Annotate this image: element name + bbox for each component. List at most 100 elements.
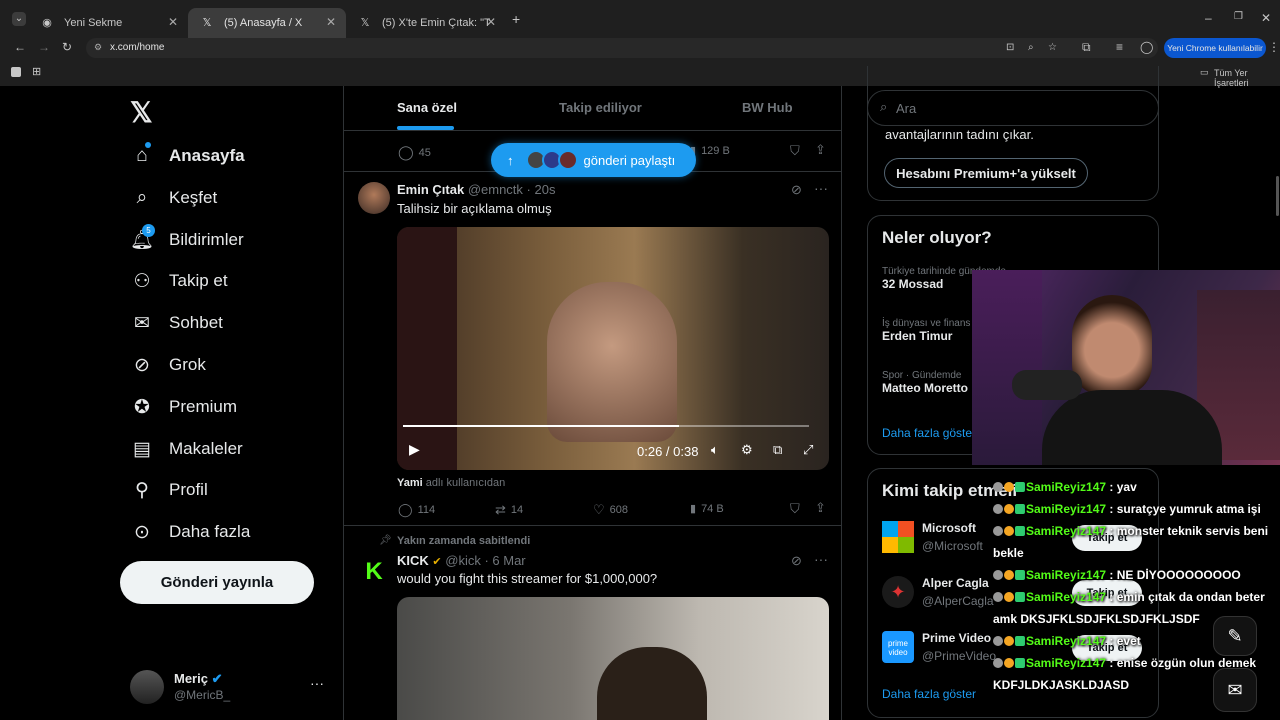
author-name[interactable]: Emin Çıtak	[397, 182, 464, 197]
grok-icon[interactable]: ⊘	[791, 182, 802, 198]
account-switcher[interactable]: Meriç ✔ @MericB_ ···	[120, 662, 335, 712]
install-icon[interactable]: ⊡	[1006, 42, 1014, 53]
trend-item[interactable]: İş dünyası ve finans Erden Timur	[882, 318, 970, 343]
more-icon[interactable]: ···	[814, 551, 828, 567]
chat-text: NE DİYOOOOOOOOO	[1116, 568, 1241, 582]
share-icon[interactable]: ⇪	[815, 500, 826, 516]
tweet[interactable]: Emin Çıtak @emnctk · 20s ⊘ ··· Talihsiz …	[344, 172, 841, 526]
post-button[interactable]: Gönderi yayınla	[120, 561, 314, 604]
scrollbar-thumb[interactable]	[1276, 176, 1279, 216]
reload-icon[interactable]: ↻	[62, 40, 72, 54]
more-icon[interactable]: ···	[310, 675, 324, 691]
tweet[interactable]: 📌︎ Yakın zamanda sabitlendi K KICK ✔ @ki…	[344, 527, 841, 720]
upgrade-premium-button[interactable]: Hesabını Premium+'a yükselt	[884, 158, 1088, 188]
sidebar-item-chat[interactable]: ✉ Sohbet	[130, 303, 223, 343]
bookmark-icon[interactable]: ⛉	[790, 143, 800, 159]
apps-grid-icon[interactable]: ⊞	[32, 65, 41, 78]
avatar[interactable]	[358, 182, 390, 214]
messages-icon[interactable]: ✉	[1213, 668, 1257, 712]
chat-text: evet	[1116, 634, 1141, 648]
tab-for-you[interactable]: Sana özel	[397, 100, 457, 115]
sidebar-item-explore[interactable]: ⌕ Keşfet	[130, 178, 218, 218]
pill-label: gönderi paylaştı	[583, 152, 676, 168]
sidebar-item-profile[interactable]: ⚲ Profil	[130, 470, 208, 510]
menu-icon[interactable]: ⋮	[1268, 40, 1280, 54]
webcam-overlay	[972, 270, 1280, 465]
new-tab-icon[interactable]: +	[512, 11, 520, 27]
tab-x-home[interactable]: 𝕏 (5) Anasayfa / X ✕	[188, 8, 346, 38]
tab-search-icon[interactable]: ⌄	[12, 12, 26, 26]
close-icon[interactable]: ✕	[168, 15, 178, 29]
show-more-link[interactable]: Daha fazla göster	[882, 426, 976, 440]
bookmark-icon[interactable]: ⛉	[790, 501, 800, 517]
fullscreen-icon[interactable]: ⤢	[803, 442, 813, 458]
premium-text: avantajlarının tadını çıkar.	[885, 127, 1034, 142]
person-icon: ⚲	[135, 479, 149, 501]
zoom-icon[interactable]: ⌕	[1028, 42, 1034, 53]
account-name: Alper Cagla	[922, 576, 989, 590]
compose-icon[interactable]: ✎	[1213, 616, 1257, 656]
author-handle[interactable]: @emnctk	[468, 182, 523, 197]
app-icon[interactable]	[11, 67, 21, 77]
share-icon[interactable]: ⇪	[815, 142, 826, 158]
play-icon[interactable]: ▶	[409, 441, 420, 458]
close-icon[interactable]: ✕	[486, 15, 496, 29]
sidebar-item-follow[interactable]: ⚇ Takip et	[130, 261, 227, 301]
sidebar-item-home[interactable]: ⌂ Anasayfa	[130, 136, 245, 176]
site-info-icon[interactable]: ⚙	[94, 42, 102, 53]
reply-button[interactable]: ◯ 45	[398, 144, 431, 161]
sidebar-item-grok[interactable]: ⊘ Grok	[130, 345, 206, 385]
forward-icon[interactable]: →	[38, 40, 50, 54]
tweet-time[interactable]: · 20s	[527, 182, 556, 197]
sidebar-item-notifications[interactable]: 🔔︎ Bildirimler 5	[130, 220, 244, 260]
sidebar-item-premium[interactable]: ✪ Premium	[130, 387, 237, 427]
kick-logo-icon[interactable]: K	[358, 556, 390, 588]
views-button[interactable]: ▮129 B	[690, 144, 730, 158]
chat-username: SamiReyiz147	[1026, 502, 1107, 516]
video-player[interactable]	[397, 597, 829, 720]
sidebar-item-articles[interactable]: ▤ Makaleler	[130, 429, 243, 469]
show-more-link[interactable]: Daha fazla göster	[882, 687, 976, 701]
all-bookmarks-link[interactable]: Tüm Yer İşaretleri	[1214, 68, 1280, 88]
author-name[interactable]: KICK	[397, 553, 429, 568]
tweet-time[interactable]: · 6 Mar	[484, 553, 525, 568]
url-text: x.com/home	[110, 42, 165, 53]
video-progress-track[interactable]	[403, 425, 809, 427]
settings-icon[interactable]: ⚙	[741, 442, 753, 458]
sidebar-item-more[interactable]: ⊙ Daha fazla	[130, 512, 250, 552]
minimize-icon[interactable]: –	[1205, 11, 1212, 25]
reply-button[interactable]: ◯ 114	[398, 502, 435, 518]
sidebar-item-label: Profil	[169, 480, 208, 499]
chrome-update-button[interactable]: Yeni Chrome kullanılabilir	[1164, 38, 1266, 58]
repost-button[interactable]: ⇄ 14	[495, 502, 523, 518]
repost-icon: ⇄	[495, 502, 506, 517]
streamer-figure	[547, 282, 677, 442]
tab-following[interactable]: Takip ediliyor	[559, 100, 642, 115]
grok-icon[interactable]: ⊘	[791, 553, 802, 569]
close-icon[interactable]: ✕	[326, 15, 336, 29]
like-button[interactable]: ♡ 608	[593, 502, 628, 518]
tab-new-tab[interactable]: ◉ Yeni Sekme ✕	[28, 8, 188, 38]
back-icon[interactable]: ←	[14, 40, 26, 54]
video-player[interactable]: ▶ 0:26 / 0:38 🔈︎ ⚙ ⧉ ⤢	[397, 227, 829, 470]
address-bar[interactable]: ⚙ x.com/home ⊡ ⌕ ☆	[86, 38, 1158, 58]
trend-item[interactable]: Spor · Gündemde Matteo Moretto	[882, 370, 968, 395]
close-window-icon[interactable]: ✕	[1261, 11, 1271, 25]
mail-icon: ✉	[134, 312, 150, 334]
views-button[interactable]: ▮ 74 B	[690, 502, 724, 516]
profile-icon[interactable]: ◯	[1140, 40, 1153, 54]
source-user[interactable]: Yami	[397, 477, 423, 489]
restore-icon[interactable]: ❐	[1234, 11, 1243, 22]
volume-icon[interactable]: 🔈︎	[711, 442, 719, 458]
author-handle[interactable]: @kick	[445, 553, 481, 568]
more-icon[interactable]: ···	[814, 180, 828, 196]
more-circle-icon: ⊙	[134, 521, 150, 543]
tab-x-post[interactable]: 𝕏 (5) X'te Emin Çıtak: "Talihsiz bir ✕	[346, 8, 506, 38]
pip-icon[interactable]: ⧉	[773, 442, 782, 458]
tab-bw-hub[interactable]: BW Hub	[742, 100, 793, 115]
x-logo-icon[interactable]: 𝕏	[130, 96, 153, 129]
star-icon[interactable]: ☆	[1048, 42, 1057, 53]
badge-icon	[1004, 592, 1014, 602]
extensions-icon[interactable]: ⧉	[1082, 40, 1091, 55]
media-icon[interactable]: ≡	[1116, 40, 1123, 54]
